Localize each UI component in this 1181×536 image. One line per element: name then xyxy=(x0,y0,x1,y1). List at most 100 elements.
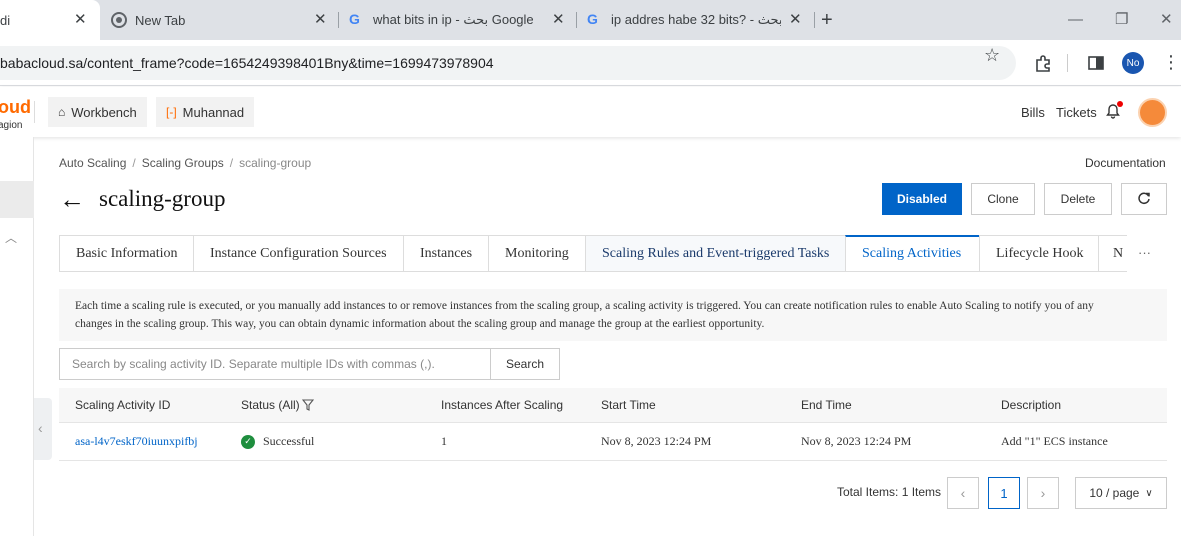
workbench-label: Workbench xyxy=(71,104,137,120)
column-header: Description xyxy=(1001,398,1062,412)
extensions-icon[interactable] xyxy=(1034,54,1052,72)
tab-instances[interactable]: Instances xyxy=(403,235,489,272)
filter-icon xyxy=(301,399,314,411)
divider xyxy=(1067,54,1068,72)
profile-avatar[interactable]: No xyxy=(1122,52,1144,74)
search-box xyxy=(59,348,491,380)
browser-tab-search-1[interactable]: G what bits in ip - بحث Google ✕ xyxy=(340,0,576,40)
url-text: babacloud.sa/content_frame?code=16542493… xyxy=(0,55,494,71)
column-header-label: Status (All) xyxy=(241,398,300,412)
home-icon: ⌂ xyxy=(58,105,66,119)
more-tabs-icon[interactable]: ··· xyxy=(1138,245,1151,260)
description-cell: Add "1" ECS instance xyxy=(1001,434,1108,448)
close-tab-icon[interactable]: ✕ xyxy=(552,12,565,27)
workbench-button[interactable]: ⌂ Workbench xyxy=(48,97,147,127)
notice-line: Each time a scaling rule is executed, or… xyxy=(75,300,1094,312)
status-cell: ✓ Successful xyxy=(241,423,314,460)
bookmark-star-icon[interactable]: ☆ xyxy=(984,45,1000,66)
page-title: scaling-group xyxy=(99,186,226,211)
minimize-icon[interactable]: — xyxy=(1068,10,1083,30)
breadcrumb: Auto Scaling / Scaling Groups / scaling-grou… xyxy=(59,156,312,170)
browser-tab-new-tab[interactable]: New Tab ✕ xyxy=(100,0,336,40)
console-top-bar: oud agion ⌂ Workbench [-] Muhannad Bills… xyxy=(0,87,1181,137)
instances-cell: 1 xyxy=(441,434,447,448)
search-input[interactable] xyxy=(60,349,490,379)
chevron-up-icon[interactable]: ︿ xyxy=(5,229,17,246)
tab-scaling-rules[interactable]: Scaling Rules and Event-triggered Tasks xyxy=(585,235,846,272)
refresh-button[interactable] xyxy=(1121,183,1167,215)
activity-id-link[interactable]: asa-l4v7eskf70iuunxpifbj xyxy=(75,423,198,460)
delete-button[interactable]: Delete xyxy=(1044,183,1112,215)
account-button[interactable]: [-] Muhannad xyxy=(156,97,255,127)
close-tab-icon[interactable]: ✕ xyxy=(789,12,802,27)
tab-separator xyxy=(338,12,339,28)
tab-separator xyxy=(576,12,577,28)
browser-menu-icon[interactable]: ⋮ xyxy=(1162,52,1180,72)
table-row: asa-l4v7eskf70iuunxpifbj ✓ Successful 1 … xyxy=(59,423,1167,461)
browser-tab-strip: di ✕ New Tab ✕ G what bits in ip - بحث G… xyxy=(0,0,1181,40)
sidebar-collapse-handle[interactable]: ‹ xyxy=(34,398,52,460)
google-icon: G xyxy=(349,11,360,27)
tab-title: ip addres habe 32 bits? - بحث G xyxy=(611,12,781,27)
total-items: Total Items: 1 Items xyxy=(837,485,942,499)
breadcrumb-item-auto-scaling[interactable]: Auto Scaling xyxy=(59,156,126,170)
tab-scaling-activities[interactable]: Scaling Activities xyxy=(845,235,980,272)
table-header: Scaling Activity ID Status (All) Instanc… xyxy=(59,388,1167,423)
tab-lifecycle-hook[interactable]: Lifecycle Hook xyxy=(979,235,1099,272)
info-notice: Each time a scaling rule is executed, or… xyxy=(59,289,1167,341)
page-size-value: 10 / page xyxy=(1089,486,1140,500)
close-tab-icon[interactable]: ✕ xyxy=(74,12,87,27)
tab-instance-configuration-sources[interactable]: Instance Configuration Sources xyxy=(193,235,404,272)
breadcrumb-current: scaling-group xyxy=(239,156,312,170)
refresh-icon xyxy=(1138,192,1150,205)
back-arrow-icon[interactable]: ← xyxy=(59,186,85,212)
column-header: Instances After Scaling xyxy=(441,398,564,412)
status-filter-header[interactable]: Status (All) xyxy=(241,388,314,422)
new-tab-button[interactable]: + xyxy=(821,9,833,31)
tab-title: New Tab xyxy=(135,12,186,28)
address-bar[interactable]: babacloud.sa/content_frame?code=16542493… xyxy=(0,46,1016,80)
tab-basic-information[interactable]: Basic Information xyxy=(59,235,194,272)
chevron-left-icon: ‹ xyxy=(38,420,43,436)
documentation-link[interactable]: Documentation xyxy=(1085,156,1166,170)
tab-separator xyxy=(814,12,815,28)
chrome-icon xyxy=(111,12,127,28)
tab-notifications[interactable]: N xyxy=(1098,235,1127,272)
chevron-down-icon: ∨ xyxy=(1145,487,1153,499)
bills-link[interactable]: Bills xyxy=(1021,105,1045,120)
console-logo[interactable]: oud xyxy=(0,97,31,118)
column-header: Scaling Activity ID xyxy=(75,398,171,412)
tickets-link[interactable]: Tickets xyxy=(1056,105,1097,120)
page-size-select[interactable]: 10 / page ∨ xyxy=(1075,477,1167,509)
tab-monitoring[interactable]: Monitoring xyxy=(488,235,586,272)
column-header: End Time xyxy=(801,398,852,412)
column-header: Start Time xyxy=(601,398,656,412)
search-button[interactable]: Search xyxy=(490,348,560,380)
close-tab-icon[interactable]: ✕ xyxy=(314,12,327,27)
notice-line: changes in the scaling group. This way, … xyxy=(75,318,765,330)
sidebar-selected-item[interactable] xyxy=(0,181,34,218)
region-label: agion xyxy=(0,120,23,131)
browser-toolbar: babacloud.sa/content_frame?code=16542493… xyxy=(0,40,1181,86)
next-page-button[interactable]: › xyxy=(1027,477,1059,509)
restore-icon[interactable]: ❐ xyxy=(1115,10,1128,30)
notification-dot xyxy=(1117,101,1123,107)
tab-title: di xyxy=(0,12,11,28)
browser-tab-search-2[interactable]: G ip addres habe 32 bits? - بحث G ✕ xyxy=(578,0,808,40)
window-close-icon[interactable]: ✕ xyxy=(1160,10,1173,30)
side-panel-icon[interactable] xyxy=(1087,54,1105,72)
left-sidebar: ︿ xyxy=(0,137,34,536)
start-time-cell: Nov 8, 2023 12:24 PM xyxy=(601,434,712,448)
browser-tab-active[interactable]: di ✕ xyxy=(0,0,100,40)
disabled-button[interactable]: Disabled xyxy=(882,183,962,215)
scaling-activities-table: Scaling Activity ID Status (All) Instanc… xyxy=(59,388,1167,461)
user-avatar[interactable] xyxy=(1138,98,1167,127)
breadcrumb-item-scaling-groups[interactable]: Scaling Groups xyxy=(142,156,224,170)
divider xyxy=(34,101,35,123)
tab-title: what bits in ip - بحث Google xyxy=(373,12,533,27)
prev-page-button[interactable]: ‹ xyxy=(947,477,979,509)
page-number-button[interactable]: 1 xyxy=(988,477,1020,509)
status-text: Successful xyxy=(263,434,315,448)
account-label: Muhannad xyxy=(182,104,245,120)
clone-button[interactable]: Clone xyxy=(971,183,1035,215)
